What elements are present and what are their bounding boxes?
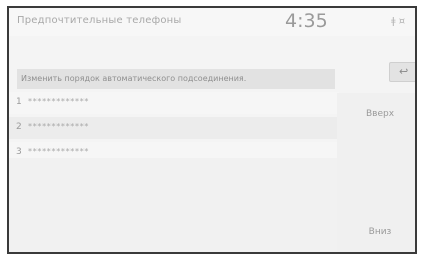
- list-empty-area: [9, 158, 339, 252]
- instruction-text: Изменить порядок автоматического подсоед…: [21, 74, 247, 83]
- list-item-number: 3: [16, 147, 23, 157]
- list-item[interactable]: 2 *************: [9, 117, 339, 139]
- back-arrow-icon: ↩: [399, 65, 409, 78]
- list-item-phone: *************: [28, 122, 90, 131]
- header-bar: Предпочтительные телефоны 4:35 ǂ ¤: [9, 8, 415, 36]
- display-frame: Предпочтительные телефоны 4:35 ǂ ¤ Измен…: [7, 6, 417, 254]
- back-button[interactable]: ↩: [389, 62, 415, 82]
- clock: 4:35: [285, 10, 328, 32]
- list-item-phone: *************: [28, 97, 90, 106]
- screen: Предпочтительные телефоны 4:35 ǂ ¤ Измен…: [0, 0, 424, 261]
- page-title: Предпочтительные телефоны: [17, 15, 182, 26]
- move-down-button[interactable]: Вниз: [349, 218, 411, 246]
- status-icons: ǂ ¤: [391, 16, 406, 27]
- list-item-phone: *************: [28, 147, 90, 156]
- list-item-number: 2: [16, 122, 23, 132]
- list-item[interactable]: 1 *************: [9, 92, 339, 114]
- move-up-button[interactable]: Вверх: [349, 100, 411, 128]
- list-item-number: 1: [16, 97, 23, 107]
- instruction-bar: Изменить порядок автоматического подсоед…: [17, 69, 335, 89]
